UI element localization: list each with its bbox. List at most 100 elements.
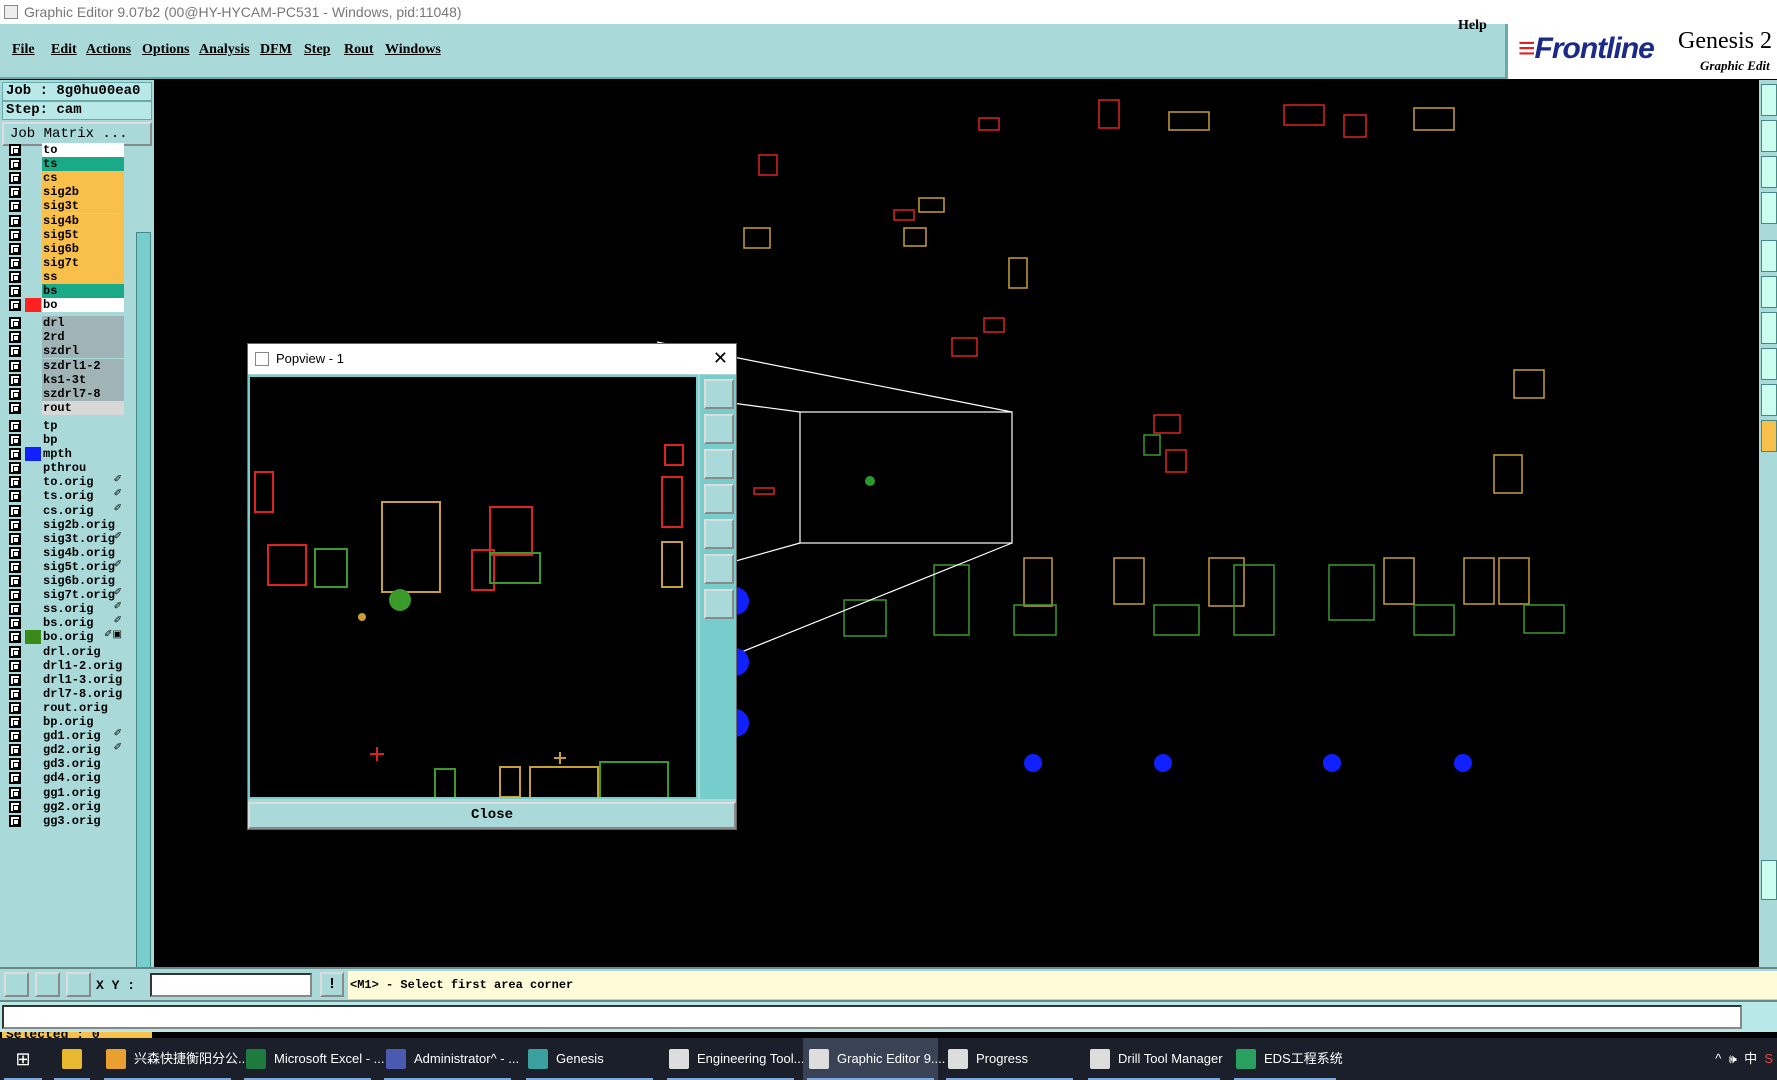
layer-name[interactable]: rout.orig xyxy=(42,700,124,715)
layer-checkbox[interactable] xyxy=(9,172,21,185)
toolbar-button[interactable] xyxy=(1761,312,1777,344)
taskbar-item[interactable]: Microsoft Excel - ... xyxy=(240,1038,385,1080)
layer-checkbox[interactable] xyxy=(9,434,21,446)
layer-checkbox[interactable] xyxy=(9,575,21,587)
layer-checkbox[interactable] xyxy=(9,448,21,461)
toolbar-button[interactable] xyxy=(1761,240,1777,272)
taskbar-item[interactable]: 兴森快捷衡阳分公... xyxy=(100,1038,249,1080)
taskbar-item[interactable]: Engineering Tool... xyxy=(663,1038,804,1080)
toolbar-button[interactable] xyxy=(1761,120,1777,152)
layer-checkbox[interactable] xyxy=(9,373,21,386)
layer-checkbox[interactable] xyxy=(9,490,21,503)
layer-checkbox[interactable] xyxy=(9,462,21,475)
layer-name[interactable]: bs xyxy=(42,284,124,298)
zoom-fit-icon[interactable] xyxy=(704,379,734,409)
layer-checkbox[interactable] xyxy=(9,645,21,658)
zoom-in-icon[interactable] xyxy=(704,414,734,444)
layer-name[interactable]: szdrl xyxy=(42,344,124,359)
snap-icon[interactable] xyxy=(4,972,29,997)
layer-checkbox[interactable] xyxy=(9,331,21,344)
layer-name[interactable]: sig6b.orig xyxy=(42,574,124,588)
layer-name[interactable]: drl.orig xyxy=(42,644,124,659)
layer-checkbox[interactable] xyxy=(9,401,21,414)
toolbar-button[interactable] xyxy=(1761,84,1777,116)
layer-name[interactable]: bs.orig xyxy=(42,616,124,631)
layer-checkbox[interactable] xyxy=(9,144,21,156)
taskbar-item[interactable]: Progress xyxy=(942,1038,1077,1080)
menu-dfm[interactable]: DFM xyxy=(260,42,292,58)
layer-checkbox[interactable] xyxy=(9,419,21,432)
layer-name[interactable]: ts xyxy=(42,157,124,172)
layer-name[interactable]: sig5t.orig xyxy=(42,559,124,574)
sogou-icon[interactable]: S xyxy=(1764,1051,1773,1066)
layer-name[interactable]: drl1-2.orig xyxy=(42,658,124,673)
layer-name[interactable]: szdrl7-8 xyxy=(42,386,124,401)
layer-checkbox[interactable] xyxy=(9,285,21,297)
layer-name[interactable]: sig4b.orig xyxy=(42,545,124,560)
layer-name[interactable]: sig2b xyxy=(42,185,124,200)
menu-rout[interactable]: Rout xyxy=(344,42,374,58)
layer-name[interactable]: bp.orig xyxy=(42,715,124,729)
layer-checkbox[interactable] xyxy=(9,659,21,672)
layer-checkbox[interactable] xyxy=(9,518,21,531)
layer-row[interactable]: rout xyxy=(2,400,124,416)
start-icon[interactable]: ⊞ xyxy=(0,1038,46,1080)
layer-row[interactable]: bo xyxy=(2,297,124,313)
layer-checkbox[interactable] xyxy=(9,186,21,199)
layer-checkbox[interactable] xyxy=(9,387,21,400)
zoom-home-icon[interactable] xyxy=(704,589,734,619)
layer-name[interactable]: cs.orig xyxy=(42,503,124,518)
layer-checkbox[interactable] xyxy=(9,228,21,241)
ime-indicator[interactable]: 中 xyxy=(1744,1051,1757,1066)
layer-checkbox[interactable] xyxy=(9,242,21,255)
layer-checkbox[interactable] xyxy=(9,476,21,489)
layer-checkbox[interactable] xyxy=(9,317,21,330)
layer-name[interactable]: gd1.orig xyxy=(42,729,124,744)
layer-name[interactable]: to xyxy=(42,143,124,157)
layer-checkbox[interactable] xyxy=(9,359,21,372)
layer-name[interactable]: ks1-3t xyxy=(42,372,124,387)
layer-checkbox[interactable] xyxy=(9,270,21,283)
layer-checkbox[interactable] xyxy=(9,589,21,602)
layer-name[interactable]: gd3.orig xyxy=(42,757,124,772)
menu-edit[interactable]: Edit xyxy=(51,42,77,58)
layer-name[interactable]: gg2.orig xyxy=(42,799,124,814)
layer-name[interactable]: drl7-8.orig xyxy=(42,686,124,701)
layer-row[interactable]: gg3.orig xyxy=(2,813,124,829)
layer-name[interactable]: ss.orig xyxy=(42,602,124,617)
layer-name[interactable]: ts.orig xyxy=(42,489,124,504)
layer-name[interactable]: sig2b.orig xyxy=(42,517,124,532)
layer-checkbox[interactable] xyxy=(9,673,21,686)
layer-checkbox[interactable] xyxy=(9,730,21,743)
menu-actions[interactable]: Actions xyxy=(86,42,131,58)
layer-checkbox[interactable] xyxy=(9,617,21,630)
layer-name[interactable]: cs xyxy=(42,171,124,186)
toolbar-button[interactable] xyxy=(1761,276,1777,308)
layer-name[interactable]: ss xyxy=(42,269,124,284)
measure-icon[interactable] xyxy=(35,972,60,997)
layer-checkbox[interactable] xyxy=(9,687,21,700)
layer-checkbox[interactable] xyxy=(9,772,21,785)
toolbar-button[interactable] xyxy=(1761,384,1777,416)
layer-name[interactable]: pthrou xyxy=(42,461,124,476)
layer-checkbox[interactable] xyxy=(9,504,21,517)
layer-checkbox[interactable] xyxy=(9,603,21,616)
popview-titlebar[interactable]: Popview - 1 ✕ xyxy=(248,344,736,374)
layer-checkbox[interactable] xyxy=(9,716,21,728)
zoom-area-icon[interactable] xyxy=(704,554,734,584)
layer-name[interactable]: 2rd xyxy=(42,330,124,345)
layer-name[interactable]: drl xyxy=(42,316,124,331)
popview-close-button[interactable]: Close xyxy=(248,802,736,829)
taskbar-item[interactable]: Drill Tool Manager xyxy=(1084,1038,1224,1080)
taskbar-item[interactable]: EDS工程系统 xyxy=(1230,1038,1343,1080)
pan-right-icon[interactable] xyxy=(704,519,734,549)
layer-checkbox[interactable] xyxy=(9,200,21,213)
layer-checkbox[interactable] xyxy=(9,532,21,545)
alert-icon[interactable]: ! xyxy=(320,972,344,997)
layer-checkbox[interactable] xyxy=(9,299,21,312)
layer-name[interactable]: sig3t.orig xyxy=(42,531,124,546)
layer-name[interactable]: mpth xyxy=(42,447,124,462)
help-menu[interactable]: Help xyxy=(1458,18,1487,34)
layer-checkbox[interactable] xyxy=(9,631,21,644)
taskbar-item[interactable]: Administrator^ - ... xyxy=(380,1038,519,1080)
